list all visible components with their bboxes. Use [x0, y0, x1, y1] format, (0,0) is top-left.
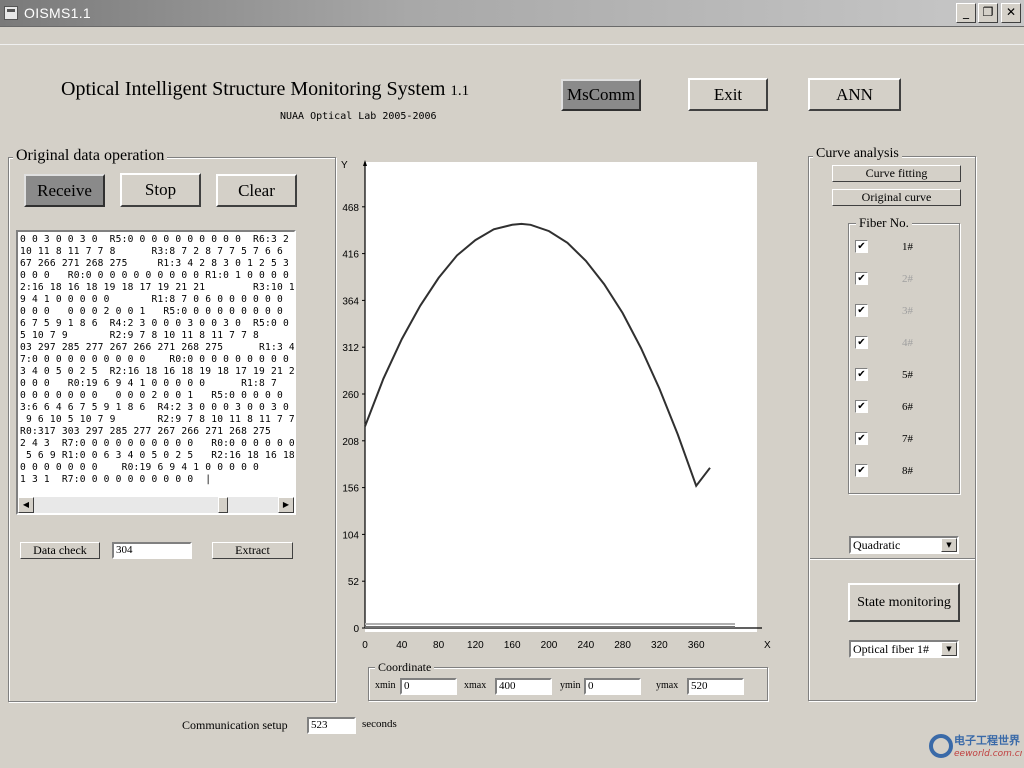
x-tick-label: 40 — [396, 640, 408, 651]
ymax-field[interactable]: 520 — [687, 678, 744, 695]
fiber-checkbox[interactable]: ✔ — [855, 272, 868, 285]
title-bar[interactable]: OISMS1.1 _ ❐ ✕ — [0, 0, 1024, 27]
communication-setup-label: Communication setup — [182, 718, 288, 732]
y-tick-label: 156 — [342, 484, 359, 495]
app-icon[interactable] — [4, 6, 18, 20]
fiber-checkbox[interactable]: ✔ — [855, 240, 868, 253]
y-axis-label: Y — [341, 160, 348, 171]
fiber-label: 4# — [902, 337, 913, 349]
menu-strip — [0, 27, 1024, 45]
window-title: OISMS1.1 — [24, 5, 91, 21]
ymin-label: ymin — [560, 680, 581, 691]
fiber-checkbox[interactable]: ✔ — [855, 400, 868, 413]
y-tick-label: 468 — [342, 203, 359, 214]
y-tick-label: 0 — [353, 624, 359, 635]
clear-button[interactable]: Clear — [216, 174, 297, 207]
y-tick-label: 260 — [342, 390, 359, 401]
x-tick-label: 360 — [688, 640, 705, 651]
y-tick-label: 364 — [342, 296, 359, 307]
fiber-label: 3# — [902, 305, 913, 317]
x-axis-label: X — [764, 640, 771, 651]
fiber-label: 6# — [902, 401, 913, 413]
fiber-number-group — [848, 223, 960, 494]
communication-interval-field[interactable]: 523 — [307, 717, 356, 734]
data-check-button[interactable]: Data check — [20, 542, 100, 559]
svg-text:电子工程世界: 电子工程世界 — [954, 733, 1020, 747]
original-curve-button[interactable]: Original curve — [832, 189, 961, 206]
scroll-thumb[interactable] — [218, 497, 228, 513]
scroll-left-icon[interactable]: ◀ — [18, 497, 34, 513]
x-tick-label: 320 — [651, 640, 668, 651]
fit-type-select[interactable]: Quadratic ▼ — [849, 536, 959, 554]
received-data-textarea[interactable]: 0 0 3 0 0 3 0 R5:0 0 0 0 0 0 0 0 0 0 R6:… — [16, 230, 296, 515]
received-data-text: 0 0 3 0 0 3 0 R5:0 0 0 0 0 0 0 0 0 0 R6:… — [20, 234, 295, 485]
fiber-checkbox[interactable]: ✔ — [855, 432, 868, 445]
fiber-checkbox[interactable]: ✔ — [855, 464, 868, 477]
restore-button[interactable]: ❐ — [978, 3, 998, 23]
divider — [810, 558, 975, 559]
original-data-group-label: Original data operation — [13, 147, 168, 165]
x-tick-label: 280 — [614, 640, 631, 651]
fiber-label: 1# — [902, 241, 913, 253]
y-tick-label: 208 — [342, 437, 359, 448]
y-tick-label: 104 — [342, 530, 359, 541]
extract-button[interactable]: Extract — [212, 542, 293, 559]
horizontal-scrollbar[interactable]: ◀ ▶ — [18, 497, 294, 513]
subtitle: NUAA Optical Lab 2005-2006 — [280, 111, 437, 122]
page-title-text: Optical Intelligent Structure Monitoring… — [61, 78, 446, 100]
data-check-field[interactable]: 304 — [112, 542, 192, 559]
scroll-right-icon[interactable]: ▶ — [278, 497, 294, 513]
fiber-checkbox[interactable]: ✔ — [855, 336, 868, 349]
svg-text:eeworld.com.cn: eeworld.com.cn — [954, 749, 1022, 759]
fiber-label: 7# — [902, 433, 913, 445]
y-tick-label: 312 — [342, 343, 359, 354]
x-tick-label: 200 — [541, 640, 558, 651]
fiber-select-value: Optical fiber 1# — [853, 642, 929, 656]
curve-line — [364, 222, 711, 488]
ymax-label: ymax — [656, 680, 679, 691]
chevron-down-icon[interactable]: ▼ — [941, 538, 957, 552]
communication-unit-label: seconds — [362, 718, 397, 730]
fiber-checkbox[interactable]: ✔ — [855, 304, 868, 317]
curve-chart: Y X 0 52 104 156 208 260 312 364 416 468 0 40 80 120 160… — [341, 160, 771, 651]
x-tick-label: 240 — [577, 640, 594, 651]
fiber-number-group-label: Fiber No. — [856, 215, 912, 231]
fiber-label: 2# — [902, 273, 913, 285]
close-button[interactable]: ✕ — [1001, 3, 1021, 23]
xmin-label: xmin — [375, 680, 396, 691]
stop-button[interactable]: Stop — [120, 173, 201, 207]
curve-analysis-group-label: Curve analysis — [813, 146, 902, 162]
x-tick-label: 120 — [467, 640, 484, 651]
fiber-label: 8# — [902, 465, 913, 477]
fit-type-value: Quadratic — [853, 538, 901, 552]
chevron-down-icon[interactable]: ▼ — [941, 642, 957, 656]
y-tick-label: 416 — [342, 250, 359, 261]
ymin-field[interactable]: 0 — [584, 678, 641, 695]
fiber-checkbox[interactable]: ✔ — [855, 368, 868, 381]
xmax-field[interactable]: 400 — [495, 678, 552, 695]
y-tick-label: 52 — [348, 577, 360, 588]
xmax-label: xmax — [464, 680, 487, 691]
x-tick-label: 160 — [504, 640, 521, 651]
mscomm-button[interactable]: MsComm — [561, 79, 641, 111]
y-axis-arrow-icon — [363, 160, 367, 166]
ann-button[interactable]: ANN — [808, 78, 901, 111]
fiber-label: 5# — [902, 369, 913, 381]
x-tick-label: 0 — [362, 640, 368, 651]
watermark-logo: 电子工程世界 eeworld.com.cn — [928, 730, 1024, 764]
x-tick-label: 80 — [433, 640, 445, 651]
curve-fitting-button[interactable]: Curve fitting — [832, 165, 961, 182]
exit-button[interactable]: Exit — [688, 78, 768, 111]
page-title: Optical Intelligent Structure Monitoring… — [61, 78, 469, 101]
minimize-button[interactable]: _ — [956, 3, 976, 23]
receive-button[interactable]: Receive — [24, 174, 105, 207]
fiber-select[interactable]: Optical fiber 1# ▼ — [849, 640, 959, 658]
state-monitoring-button[interactable]: State monitoring — [848, 583, 960, 622]
coordinate-group-label: Coordinate — [375, 660, 435, 675]
xmin-field[interactable]: 0 — [400, 678, 457, 695]
version-label: 1.1 — [450, 83, 470, 99]
